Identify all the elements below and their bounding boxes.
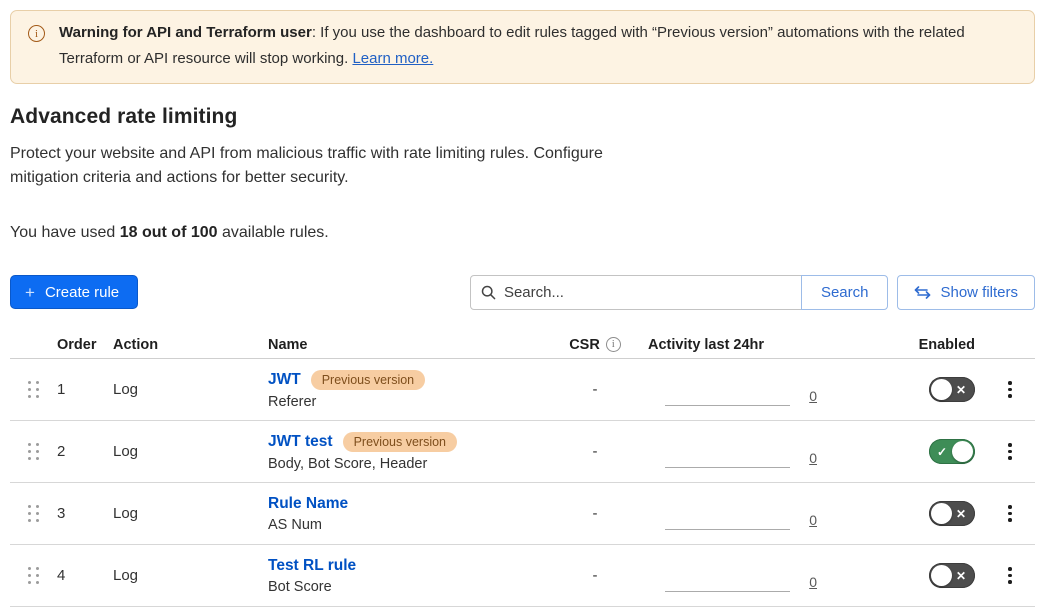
- activity-sparkline: [665, 591, 790, 592]
- rule-criteria: Bot Score: [268, 579, 332, 595]
- toolbar: + Create rule Search Show filters: [10, 275, 1035, 310]
- activity-count-link[interactable]: 0: [809, 575, 817, 589]
- table-body: 1 Log JWT Previous version Referer - 0 ✓…: [10, 359, 1035, 607]
- activity-sparkline: [665, 467, 790, 468]
- activity-sparkline: [665, 405, 790, 406]
- column-header-name: Name: [268, 337, 560, 353]
- table-row: 4 Log Test RL rule Bot Score - 0 ✓ ✕: [10, 545, 1035, 607]
- column-header-activity: Activity last 24hr: [630, 337, 830, 353]
- drag-handle-icon[interactable]: [24, 501, 43, 526]
- rule-name-link[interactable]: Rule Name: [268, 495, 348, 513]
- enabled-toggle[interactable]: ✓ ✕: [929, 439, 975, 464]
- toggle-knob: [931, 503, 952, 524]
- rule-csr-value: -: [560, 421, 630, 482]
- enabled-toggle[interactable]: ✓ ✕: [929, 377, 975, 402]
- rule-csr-value: -: [560, 359, 630, 420]
- kebab-menu-button[interactable]: [1002, 499, 1018, 528]
- rule-name-link[interactable]: JWT: [268, 371, 301, 389]
- check-icon: ✓: [937, 439, 947, 464]
- kebab-menu-button[interactable]: [1002, 375, 1018, 404]
- banner-title: Warning for API and Terraform user: [59, 24, 312, 41]
- plus-icon: +: [25, 284, 35, 301]
- rule-order: 3: [57, 483, 113, 544]
- table-row: 3 Log Rule Name AS Num - 0 ✓ ✕: [10, 483, 1035, 545]
- column-header-enabled: Enabled: [830, 337, 985, 353]
- rule-name-link[interactable]: Test RL rule: [268, 557, 356, 575]
- create-rule-button[interactable]: + Create rule: [10, 275, 138, 309]
- usage-suffix: available rules.: [222, 224, 329, 241]
- previous-version-badge: Previous version: [311, 370, 425, 390]
- x-icon: ✕: [956, 377, 966, 402]
- search-button[interactable]: Search: [801, 275, 889, 310]
- usage-prefix: You have used: [10, 224, 115, 241]
- csr-header-label: CSR: [569, 337, 600, 353]
- usage-count: 18 out of 100: [120, 224, 218, 241]
- x-icon: ✕: [956, 563, 966, 588]
- rule-csr-value: -: [560, 483, 630, 544]
- show-filters-label: Show filters: [940, 284, 1018, 301]
- search-group: Search Show filters: [470, 275, 1035, 310]
- enabled-toggle[interactable]: ✓ ✕: [929, 501, 975, 526]
- show-filters-button[interactable]: Show filters: [897, 275, 1035, 310]
- rules-table: Order Action Name CSR i Activity last 24…: [10, 331, 1035, 607]
- warning-info-icon: i: [28, 25, 45, 42]
- create-rule-label: Create rule: [45, 284, 119, 301]
- enabled-toggle[interactable]: ✓ ✕: [929, 563, 975, 588]
- rule-order: 1: [57, 359, 113, 420]
- x-icon: ✕: [956, 501, 966, 526]
- activity-count-link[interactable]: 0: [809, 513, 817, 527]
- page-description: Protect your website and API from malici…: [10, 142, 638, 190]
- swap-arrows-icon: [914, 286, 931, 299]
- activity-sparkline: [665, 529, 790, 530]
- usage-summary: You have used 18 out of 100 available ru…: [10, 224, 1035, 242]
- rule-order: 2: [57, 421, 113, 482]
- column-header-order: Order: [57, 337, 113, 353]
- search-input[interactable]: [504, 284, 791, 301]
- rule-action: Log: [113, 483, 268, 544]
- search-button-label: Search: [821, 284, 869, 301]
- search-icon: [481, 285, 496, 300]
- page-title: Advanced rate limiting: [10, 105, 1035, 129]
- toggle-knob: [931, 379, 952, 400]
- search-box: [470, 275, 802, 310]
- rule-name-link[interactable]: JWT test: [268, 433, 333, 451]
- toggle-knob: [952, 441, 973, 462]
- column-header-action: Action: [113, 337, 268, 353]
- column-header-csr: CSR i: [560, 337, 630, 353]
- csr-info-icon[interactable]: i: [606, 337, 621, 352]
- toggle-knob: [931, 565, 952, 586]
- kebab-menu-button[interactable]: [1002, 437, 1018, 466]
- rule-action: Log: [113, 421, 268, 482]
- learn-more-link[interactable]: Learn more.: [352, 50, 433, 67]
- drag-handle-icon[interactable]: [24, 439, 43, 464]
- table-row: 2 Log JWT test Previous version Body, Bo…: [10, 421, 1035, 483]
- previous-version-badge: Previous version: [343, 432, 457, 452]
- drag-handle-icon[interactable]: [24, 377, 43, 402]
- drag-handle-icon[interactable]: [24, 563, 43, 588]
- activity-count-link[interactable]: 0: [809, 389, 817, 403]
- table-header-row: Order Action Name CSR i Activity last 24…: [10, 331, 1035, 359]
- rule-criteria: AS Num: [268, 517, 322, 533]
- rule-criteria: Body, Bot Score, Header: [268, 456, 427, 472]
- table-row: 1 Log JWT Previous version Referer - 0 ✓…: [10, 359, 1035, 421]
- kebab-menu-button[interactable]: [1002, 561, 1018, 590]
- activity-count-link[interactable]: 0: [809, 451, 817, 465]
- warning-banner: i Warning for API and Terraform user: If…: [10, 10, 1035, 84]
- rule-action: Log: [113, 359, 268, 420]
- rule-criteria: Referer: [268, 394, 316, 410]
